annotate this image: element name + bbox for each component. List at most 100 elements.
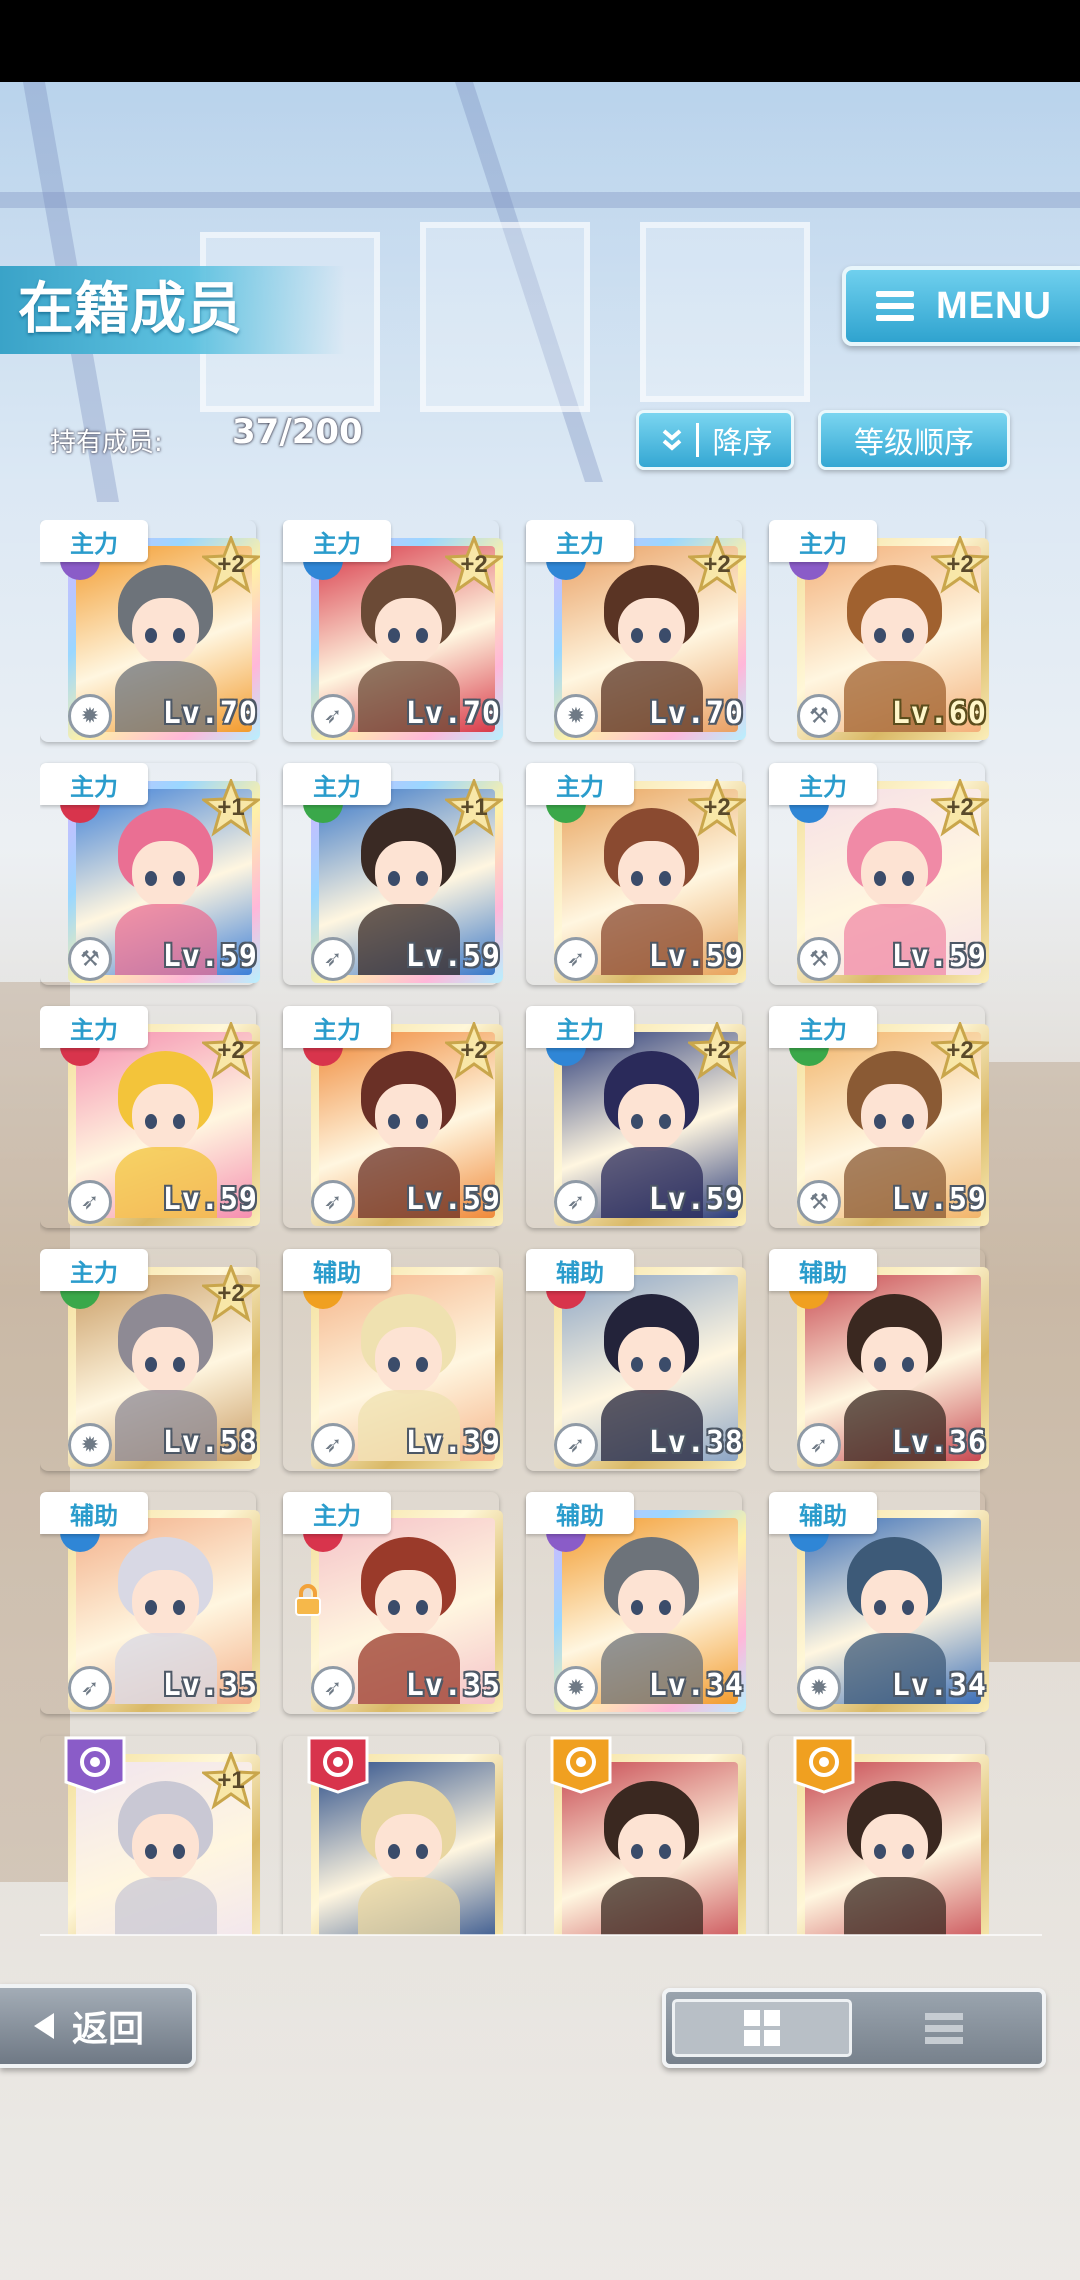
card-level: Lv.59 — [405, 939, 501, 974]
card-level: Lv.36 — [891, 1425, 987, 1460]
member-card[interactable]: 主力 +2 ✹ Lv.58 — [40, 1249, 263, 1471]
member-card[interactable]: 主力 +2 ⚒ Lv.59 — [769, 1006, 992, 1228]
role-tag: 主力 — [769, 763, 877, 805]
member-card[interactable]: 辅助 ✹ Lv.34 — [526, 1492, 746, 1714]
feather-icon: ➶ — [797, 1423, 841, 1467]
back-label: 返回 — [72, 2009, 145, 2050]
hammer-icon: ⚒ — [797, 694, 841, 738]
card-level: Lv.59 — [648, 939, 744, 974]
member-card[interactable]: 主力 +2 ✹ Lv.70 — [526, 520, 749, 742]
card-level: Lv.59 — [162, 1182, 258, 1217]
awakening-star-badge: +2 — [199, 533, 263, 594]
awakening-level: +2 — [217, 551, 245, 578]
role-tag: 主力 — [283, 1006, 391, 1048]
member-card[interactable]: 辅助 ➶ Lv.38 — [526, 1249, 746, 1471]
role-tag: 主力 — [769, 1006, 877, 1048]
member-card[interactable]: 辅助 ➶ Lv.36 — [769, 1249, 989, 1471]
card-level: Lv.58 — [162, 1425, 258, 1460]
awakening-star-badge: +2 — [685, 1019, 749, 1080]
member-card[interactable] — [283, 1736, 503, 1935]
member-card[interactable] — [526, 1736, 746, 1935]
hammer-icon: ⚒ — [68, 937, 112, 981]
awakening-level: +2 — [946, 1037, 974, 1064]
feather-icon: ➶ — [68, 1180, 112, 1224]
awakening-level: +1 — [217, 794, 245, 821]
member-card[interactable]: 主力 +2 ➶ Lv.59 — [40, 1006, 263, 1228]
member-card[interactable]: 主力 ➶ Lv.35 — [283, 1492, 503, 1714]
card-level: Lv.35 — [405, 1668, 501, 1703]
member-card[interactable]: 辅助 ✹ Lv.34 — [769, 1492, 989, 1714]
role-tag: 辅助 — [283, 1249, 391, 1291]
back-button[interactable]: 返回 — [0, 1984, 196, 2068]
awakening-star-badge: +2 — [928, 533, 992, 594]
member-card[interactable]: 辅助 ➶ Lv.39 — [283, 1249, 503, 1471]
list-icon — [925, 2012, 963, 2044]
awakening-level: +2 — [460, 551, 488, 578]
feather-icon: ➶ — [311, 1423, 355, 1467]
divider — [40, 1934, 1042, 1936]
role-tag: 主力 — [40, 1006, 148, 1048]
card-level: Lv.59 — [648, 1182, 744, 1217]
gear-icon: ✹ — [68, 694, 112, 738]
role-tag: 辅助 — [769, 1249, 877, 1291]
awakening-star-badge: +1 — [442, 776, 506, 837]
role-tag: 主力 — [40, 1249, 148, 1291]
attribute-banner-icon — [793, 1736, 855, 1794]
member-card[interactable] — [769, 1736, 989, 1935]
card-level: Lv.70 — [648, 696, 744, 731]
card-level: Lv.59 — [405, 1182, 501, 1217]
attribute-banner-icon — [64, 1736, 126, 1794]
awakening-star-badge: +2 — [442, 1019, 506, 1080]
member-card[interactable]: 辅助 ➶ Lv.35 — [40, 1492, 260, 1714]
role-tag: 主力 — [283, 520, 391, 562]
awakening-star-badge: +2 — [199, 1262, 263, 1323]
feather-icon: ➶ — [554, 937, 598, 981]
role-tag: 主力 — [283, 763, 391, 805]
role-tag: 主力 — [769, 520, 877, 562]
member-card[interactable]: 主力 +2 ➶ Lv.59 — [526, 763, 749, 985]
awakening-star-badge: +2 — [685, 776, 749, 837]
member-card[interactable]: 主力 +2 ➶ Lv.59 — [283, 1006, 506, 1228]
hammer-icon: ⚒ — [797, 1180, 841, 1224]
member-card[interactable]: 主力 +2 ⚒ Lv.59 — [769, 763, 992, 985]
member-card[interactable]: 主力 +2 ⚒ Lv.60 — [769, 520, 992, 742]
gear-icon: ✹ — [554, 694, 598, 738]
role-tag: 主力 — [40, 520, 148, 562]
member-card[interactable]: 主力 +2 ➶ Lv.59 — [526, 1006, 749, 1228]
role-tag: 主力 — [526, 520, 634, 562]
card-level: Lv.59 — [891, 1182, 987, 1217]
member-card[interactable]: 主力 +2 ✹ Lv.70 — [40, 520, 263, 742]
member-card-grid: 主力 +2 ✹ Lv.70 主力 +2 ➶ Lv.70 主力 +2 ✹ Lv.70 主力 +2 ⚒ Lv.60… — [0, 0, 1080, 1935]
card-level: Lv.70 — [405, 696, 501, 731]
list-view-button[interactable] — [852, 1999, 1036, 2057]
card-level: Lv.39 — [405, 1425, 501, 1460]
role-tag: 辅助 — [526, 1492, 634, 1534]
gear-icon: ✹ — [68, 1423, 112, 1467]
grid-view-button[interactable] — [672, 1999, 852, 2057]
role-tag: 辅助 — [769, 1492, 877, 1534]
awakening-level: +1 — [217, 1767, 245, 1794]
back-arrow-icon — [34, 2013, 54, 2039]
member-card[interactable]: 主力 +1 ➶ Lv.59 — [283, 763, 506, 985]
gear-icon: ✹ — [554, 1666, 598, 1710]
gear-icon: ✹ — [797, 1666, 841, 1710]
member-card[interactable]: +1 — [40, 1736, 263, 1935]
awakening-level: +1 — [460, 794, 488, 821]
role-tag: 主力 — [40, 763, 148, 805]
card-level: Lv.70 — [162, 696, 258, 731]
attribute-banner-icon — [307, 1736, 369, 1794]
view-toggle — [662, 1988, 1046, 2068]
card-level: Lv.59 — [162, 939, 258, 974]
awakening-level: +2 — [946, 551, 974, 578]
awakening-level: +2 — [703, 794, 731, 821]
awakening-level: +2 — [460, 1037, 488, 1064]
card-level: Lv.59 — [891, 939, 987, 974]
card-level: Lv.38 — [648, 1425, 744, 1460]
member-card[interactable]: 主力 +2 ➶ Lv.70 — [283, 520, 506, 742]
grid-icon — [744, 2010, 780, 2046]
feather-icon: ➶ — [311, 937, 355, 981]
attribute-banner-icon — [550, 1736, 612, 1794]
card-level: Lv.35 — [162, 1668, 258, 1703]
member-card-scroll-area[interactable]: 主力 +2 ✹ Lv.70 主力 +2 ➶ Lv.70 主力 +2 ✹ Lv.70 主力 +2 ⚒ Lv.60… — [40, 520, 1050, 1935]
member-card[interactable]: 主力 +1 ⚒ Lv.59 — [40, 763, 263, 985]
